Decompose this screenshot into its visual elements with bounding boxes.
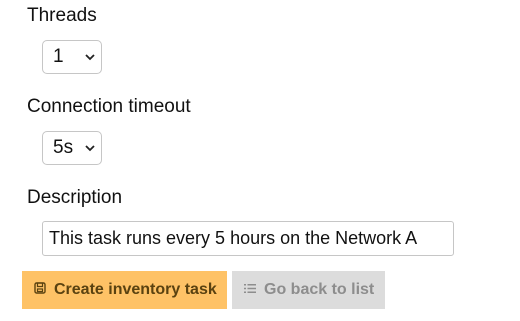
timeout-select[interactable]: 5s [42,131,102,165]
chevron-down-icon [85,41,95,73]
timeout-select-value: 5s [53,137,74,158]
inventory-task-form: Threads 1 Connection timeout 5s Descript… [0,0,520,321]
create-button-label: Create inventory task [54,281,217,298]
save-icon [34,271,46,309]
back-button-label: Go back to list [264,281,375,298]
chevron-down-icon [85,132,95,164]
list-icon [244,271,256,309]
description-input[interactable]: This task runs every 5 hours on the Netw… [42,221,454,256]
threads-select[interactable]: 1 [42,40,102,74]
description-input-value: This task runs every 5 hours on the Netw… [49,228,418,248]
threads-label: Threads [27,5,97,26]
go-back-to-list-button[interactable]: Go back to list [232,271,385,309]
description-label: Description [27,187,123,208]
create-inventory-task-button[interactable]: Create inventory task [22,271,227,309]
timeout-label: Connection timeout [27,96,191,117]
threads-select-value: 1 [53,46,64,67]
